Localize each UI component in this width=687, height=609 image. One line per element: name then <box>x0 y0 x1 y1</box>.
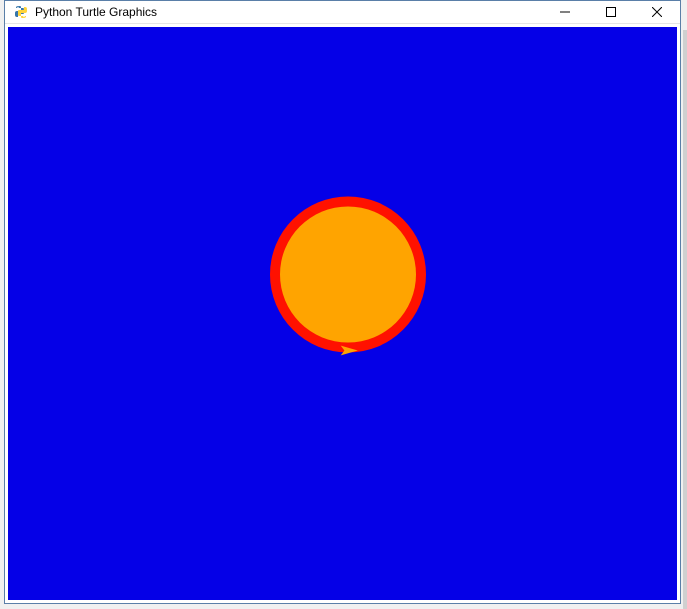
application-window: Python Turtle Graphics <box>4 0 681 604</box>
window-title: Python Turtle Graphics <box>35 5 542 19</box>
turtle-canvas <box>8 27 677 600</box>
close-button[interactable] <box>634 1 680 23</box>
python-turtle-icon <box>13 4 29 20</box>
maximize-button[interactable] <box>588 1 634 23</box>
window-controls <box>542 1 680 23</box>
right-edge-shadow <box>683 30 687 609</box>
canvas-area <box>5 24 680 603</box>
drawing-svg <box>8 27 677 600</box>
minimize-button[interactable] <box>542 1 588 23</box>
circle-fill <box>280 207 416 343</box>
titlebar[interactable]: Python Turtle Graphics <box>5 1 680 24</box>
